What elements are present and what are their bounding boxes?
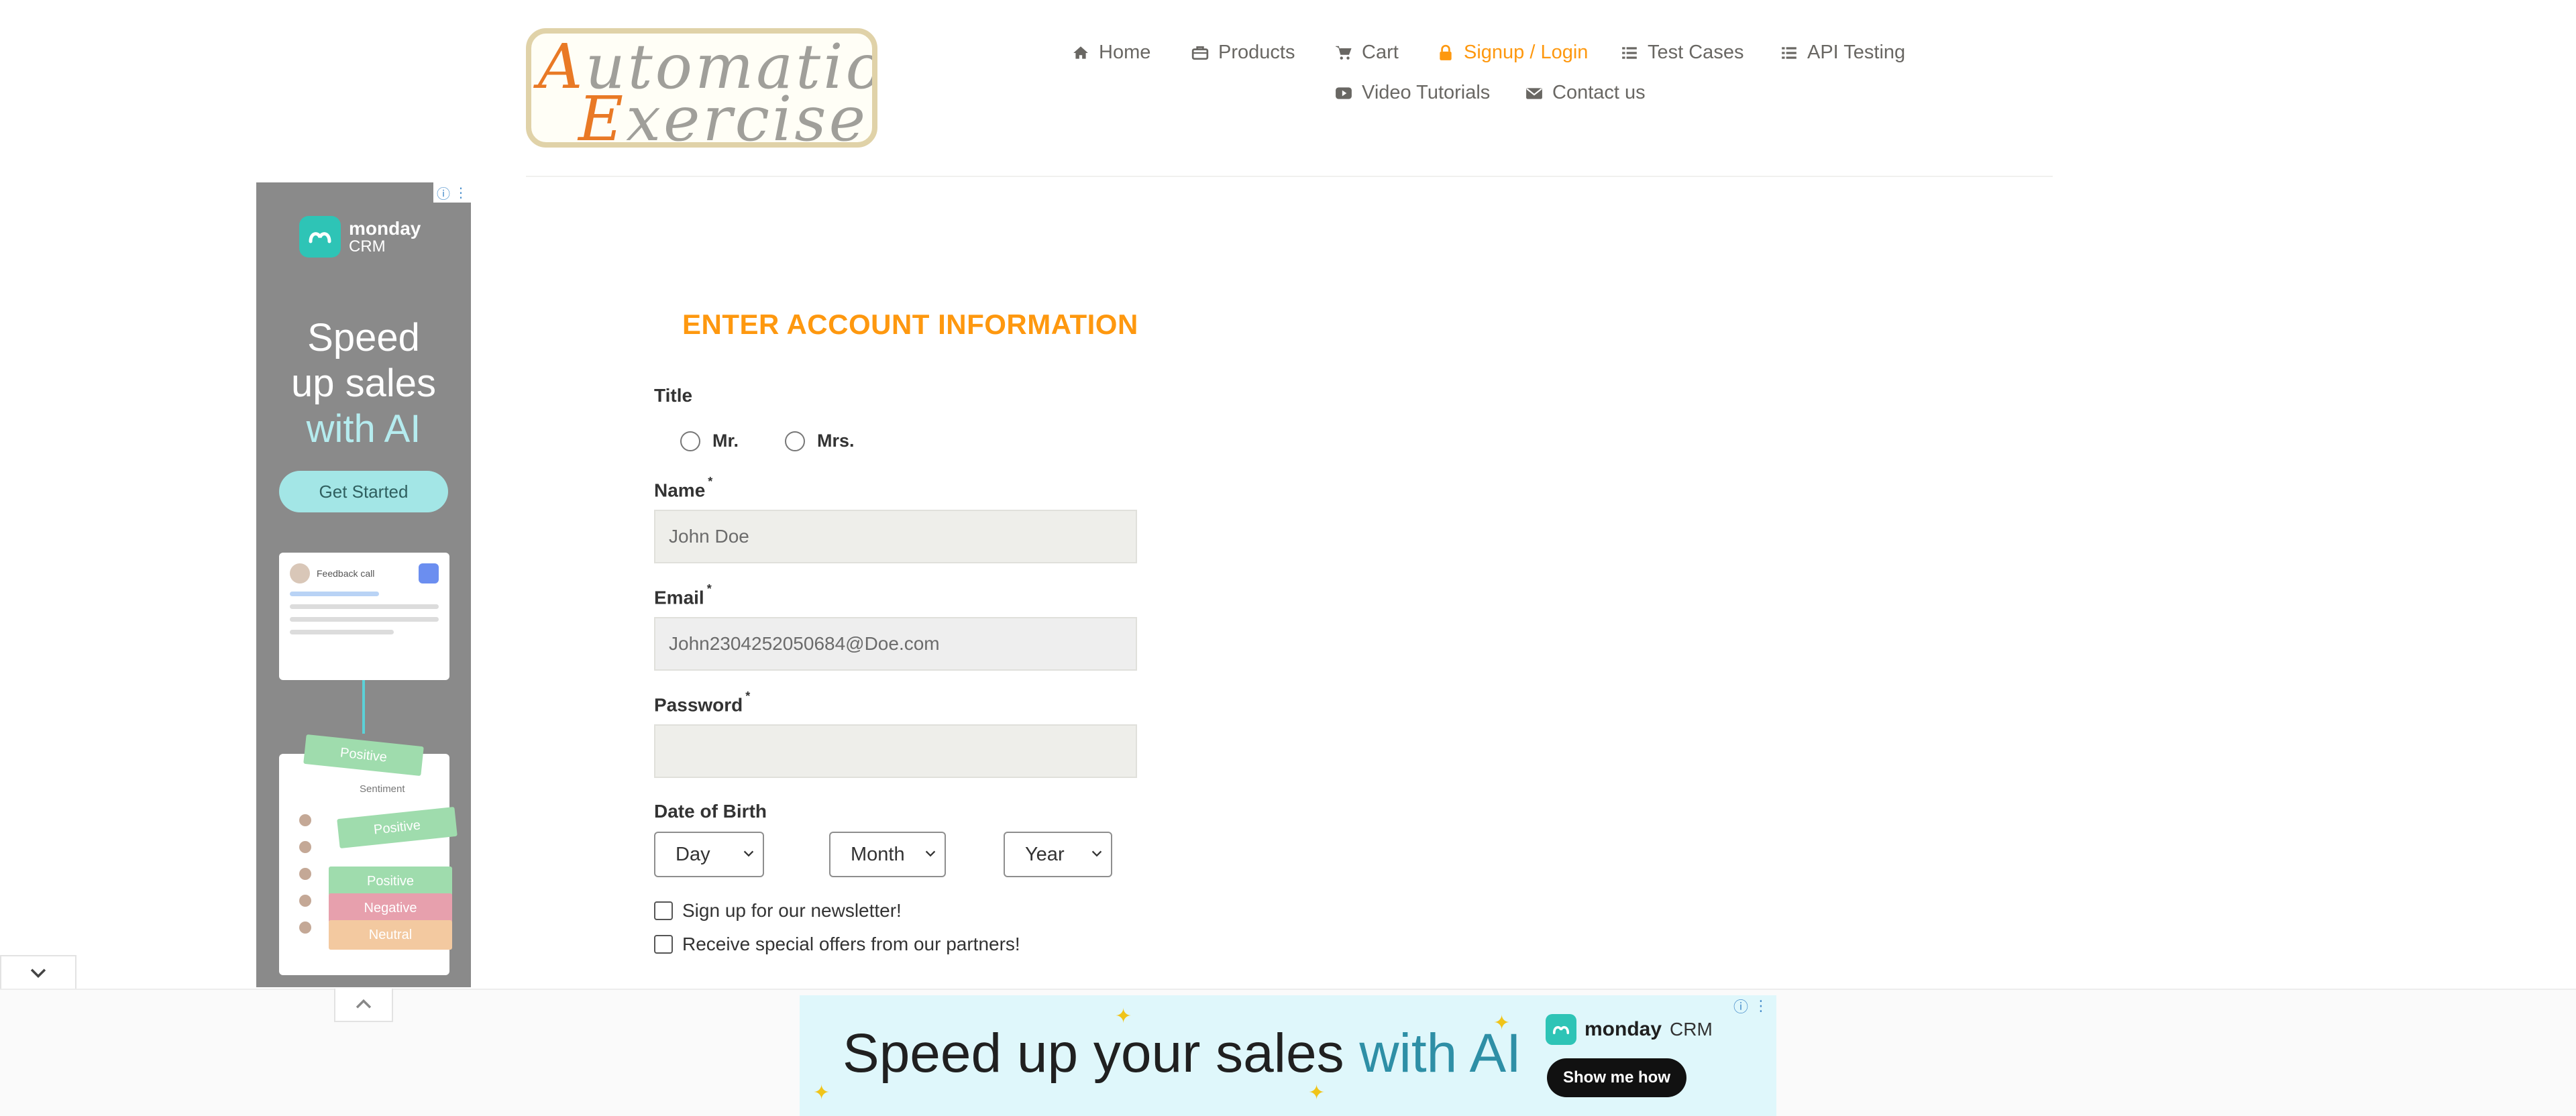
- header-divider: [526, 176, 2053, 177]
- title-label: Title: [654, 385, 693, 406]
- bottom-ad-headline: Speed up your sales with AI: [843, 1023, 1521, 1084]
- home-icon: [1072, 44, 1089, 62]
- ad-menu-icon[interactable]: ⋮: [1754, 997, 1768, 1015]
- cart-icon: [1335, 44, 1352, 62]
- ad-info-icon[interactable]: ⓘ: [1733, 995, 1748, 1017]
- nav-test-cases[interactable]: Test Cases: [1621, 42, 1743, 64]
- title-mr-option[interactable]: Mr.: [680, 431, 739, 451]
- title-mr-label[interactable]: Mr.: [712, 431, 739, 451]
- ad-info-controls[interactable]: ⓘ ⋮: [433, 182, 471, 203]
- ad-card-title: Feedback call: [317, 568, 375, 579]
- nav-home[interactable]: Home: [1072, 42, 1150, 64]
- nav-contact-us-label: Contact us: [1552, 82, 1646, 103]
- newsletter-label[interactable]: Sign up for our newsletter!: [682, 900, 902, 922]
- briefcase-icon: [1191, 44, 1209, 62]
- dob-month-value: Month: [851, 843, 905, 865]
- dob-label: Date of Birth: [654, 801, 767, 822]
- ad-connector: [362, 680, 365, 734]
- password-label: Password *: [654, 689, 751, 716]
- ad-headline-line-1: Speed: [307, 316, 420, 359]
- chevron-down-icon: [30, 968, 46, 979]
- monday-logo-icon: [1546, 1014, 1576, 1045]
- ad-sheet-header: Sentiment: [360, 783, 405, 795]
- ad-headline-accent: with AI: [306, 407, 421, 451]
- ad-headline-line-2: up sales: [290, 361, 437, 405]
- list-icon: [1780, 44, 1798, 62]
- bottom-ad-brand: monday CRM: [1546, 1014, 1713, 1045]
- name-field[interactable]: John Doe: [654, 510, 1137, 563]
- ad-tag-negative: Negative: [329, 893, 452, 923]
- list-icon: [1621, 44, 1638, 62]
- newsletter-checkbox[interactable]: [654, 901, 673, 920]
- bottom-ad-brand-name: monday: [1585, 1018, 1662, 1040]
- chevron-down-icon: [925, 850, 936, 857]
- title-mr-radio[interactable]: [680, 431, 700, 451]
- nav-contact-us[interactable]: Contact us: [1525, 82, 1646, 104]
- title-mrs-radio[interactable]: [785, 431, 805, 451]
- ad-brand: monday CRM: [299, 216, 421, 258]
- name-label: Name *: [654, 475, 713, 501]
- chevron-down-icon: [743, 850, 754, 857]
- dob-day-select[interactable]: Day: [654, 832, 764, 877]
- email-field[interactable]: John2304252050684@Doe.com: [654, 617, 1137, 671]
- left-advertisement[interactable]: ⓘ ⋮ monday CRM Speed up sales with AI Ge…: [256, 182, 471, 987]
- chevron-down-icon: [1091, 850, 1102, 857]
- dob-day-value: Day: [676, 843, 710, 865]
- nav-video-tutorials[interactable]: Video Tutorials: [1335, 82, 1490, 104]
- site-logo[interactable]: Automation Exercise: [526, 28, 877, 148]
- nav-cart-label: Cart: [1362, 42, 1399, 63]
- avatar: [290, 563, 310, 583]
- ad-tag-neutral: Neutral: [329, 920, 452, 950]
- show-me-how-button[interactable]: Show me how: [1547, 1058, 1686, 1097]
- newsletter-option[interactable]: Sign up for our newsletter!: [654, 900, 902, 922]
- offers-checkbox[interactable]: [654, 935, 673, 954]
- nav-api-testing[interactable]: API Testing: [1780, 42, 1905, 64]
- youtube-icon: [1335, 85, 1352, 102]
- title-mrs-option[interactable]: Mrs.: [785, 431, 855, 451]
- bottom-ad-info-controls[interactable]: ⓘ ⋮: [1733, 995, 1768, 1017]
- ad-brand-name: monday: [349, 217, 421, 239]
- bottom-advertisement[interactable]: ✦ ✦ ✦ ✦ Speed up your sales with AI mond…: [800, 995, 1776, 1116]
- ad-brand-sub: CRM: [349, 237, 386, 256]
- email-label: Email *: [654, 582, 712, 608]
- nav-products[interactable]: Products: [1191, 42, 1295, 64]
- nav-products-label: Products: [1218, 42, 1295, 63]
- ad-feedback-card: Feedback call: [279, 553, 449, 680]
- nav-signup-login-label: Signup / Login: [1464, 42, 1589, 63]
- ad-headline: Speed up sales with AI: [256, 315, 471, 452]
- collapse-ad-button[interactable]: [0, 955, 76, 989]
- bottom-ad-brand-sub: CRM: [1670, 1019, 1713, 1040]
- dob-month-select[interactable]: Month: [829, 832, 946, 877]
- dob-year-value: Year: [1025, 843, 1065, 865]
- title-mrs-label[interactable]: Mrs.: [817, 431, 855, 451]
- expand-ad-button[interactable]: [334, 989, 393, 1022]
- lock-icon: [1437, 44, 1454, 62]
- logo-line-2: Exercise: [578, 83, 869, 148]
- password-field[interactable]: [654, 724, 1137, 778]
- dob-year-select[interactable]: Year: [1004, 832, 1112, 877]
- monday-logo-icon: [299, 216, 341, 258]
- ad-tag-positive: Positive: [329, 867, 452, 896]
- nav-signup-login[interactable]: Signup / Login: [1437, 42, 1588, 64]
- chevron-up-icon: [356, 999, 372, 1009]
- nav-home-label: Home: [1099, 42, 1151, 63]
- video-call-icon: [419, 563, 439, 583]
- offers-option[interactable]: Receive special offers from our partners…: [654, 934, 1020, 955]
- offers-label[interactable]: Receive special offers from our partners…: [682, 934, 1020, 955]
- nav-api-testing-label: API Testing: [1807, 42, 1906, 63]
- ad-info-icon[interactable]: ⓘ: [437, 183, 450, 203]
- envelope-icon: [1525, 85, 1543, 102]
- ad-sentiment-sheet: Sentiment Positive Negative Neutral: [279, 754, 452, 975]
- ad-menu-icon[interactable]: ⋮: [454, 184, 468, 201]
- ad-get-started-button[interactable]: Get Started: [279, 471, 448, 512]
- nav-video-tutorials-label: Video Tutorials: [1362, 82, 1491, 103]
- form-heading: ENTER ACCOUNT INFORMATION: [682, 309, 1138, 340]
- nav-test-cases-label: Test Cases: [1648, 42, 1744, 63]
- nav-cart[interactable]: Cart: [1335, 42, 1399, 64]
